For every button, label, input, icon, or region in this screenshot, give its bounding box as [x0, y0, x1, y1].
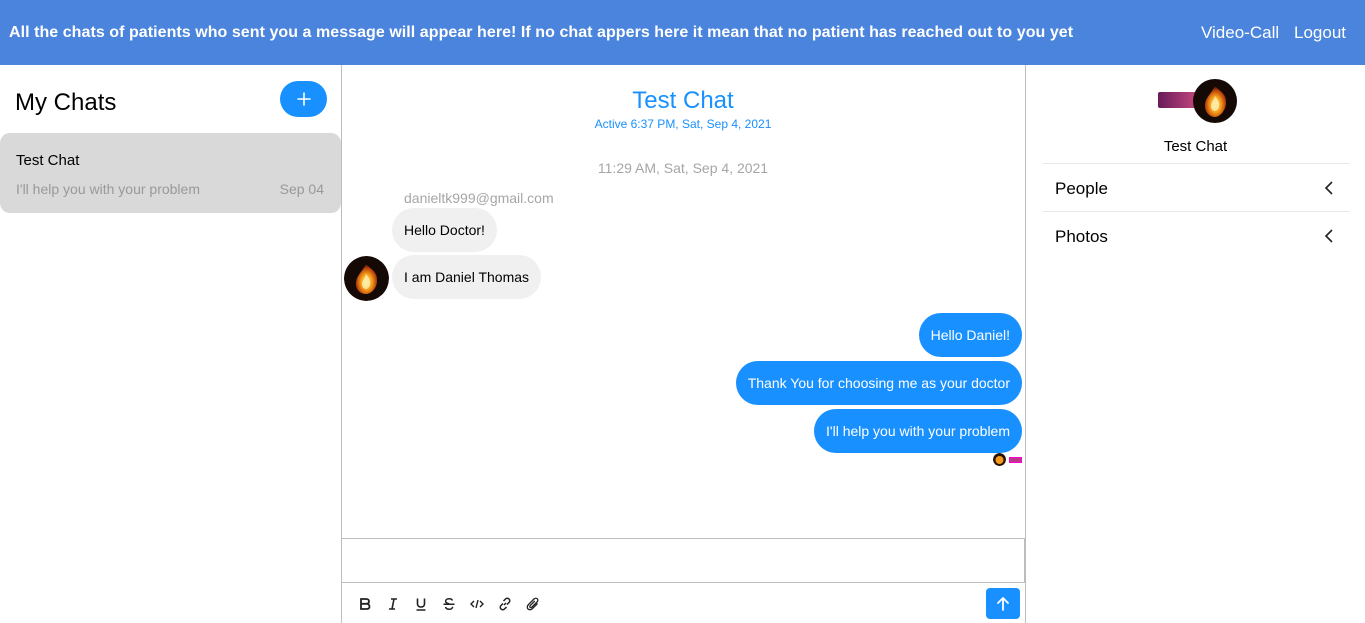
message-bubble-incoming: I am Daniel Thomas: [392, 255, 542, 299]
photos-label: Photos: [1055, 227, 1108, 246]
chat-card-date: Sep 04: [279, 181, 324, 197]
chat-list-panel: My Chats Test Chat I'll help you with yo…: [0, 65, 342, 623]
top-banner: All the chats of patients who sent you a…: [0, 0, 1365, 65]
chevron-left-icon: [1324, 229, 1333, 243]
chat-card[interactable]: Test Chat I'll help you with your proble…: [0, 133, 341, 213]
chevron-left-icon: [1324, 181, 1333, 195]
message-bubble-outgoing: I'll help you with your problem: [814, 409, 1022, 453]
send-button[interactable]: [986, 588, 1020, 619]
composer-toolbar: [342, 583, 1025, 623]
chat-details-title: Test Chat: [1163, 138, 1228, 155]
chat-card-preview: I'll help you with your problem: [16, 181, 200, 197]
chat-avatar-group: [1158, 77, 1240, 125]
code-icon[interactable]: [468, 595, 486, 613]
people-label: People: [1055, 179, 1108, 198]
italic-icon[interactable]: [384, 595, 402, 613]
video-call-link[interactable]: Video-Call: [1201, 23, 1279, 43]
underline-icon[interactable]: [412, 595, 430, 613]
bold-icon[interactable]: [356, 595, 374, 613]
message-input[interactable]: [342, 538, 1025, 583]
chat-list-title: My Chats: [15, 89, 117, 116]
message-timestamp: 11:29 AM, Sat, Sep 4, 2021: [597, 160, 769, 176]
read-receipts: [993, 453, 1022, 466]
chat-feed-panel: Test Chat Active 6:37 PM, Sat, Sep 4, 20…: [342, 65, 1026, 623]
banner-message: All the chats of patients who sent you a…: [9, 24, 1074, 41]
message-bubble-incoming: Hello Doctor!: [392, 208, 497, 252]
plus-icon: [296, 92, 311, 106]
message-bubble-outgoing: Thank You for choosing me as your doctor: [735, 361, 1022, 405]
new-chat-button[interactable]: [280, 81, 327, 117]
sender-avatar: [344, 256, 389, 301]
chat-active-status: Active 6:37 PM, Sat, Sep 4, 2021: [594, 117, 772, 131]
people-section[interactable]: People: [1043, 163, 1350, 211]
message-bubble-outgoing: Hello Daniel!: [918, 313, 1022, 357]
read-receipt-avatar: [993, 453, 1006, 466]
chat-title: Test Chat: [632, 87, 734, 114]
chat-details-panel: Test Chat People Photos: [1026, 65, 1365, 623]
photos-section[interactable]: Photos: [1043, 211, 1350, 259]
attachment-icon[interactable]: [524, 595, 542, 613]
link-icon[interactable]: [496, 595, 514, 613]
read-receipt-avatar: [1009, 456, 1022, 463]
arrow-up-icon: [997, 596, 1009, 611]
sender-email: danieltk999@gmail.com: [404, 190, 554, 206]
chat-card-title: Test Chat: [16, 152, 80, 169]
strikethrough-icon[interactable]: [440, 595, 458, 613]
logout-link[interactable]: Logout: [1294, 23, 1346, 43]
